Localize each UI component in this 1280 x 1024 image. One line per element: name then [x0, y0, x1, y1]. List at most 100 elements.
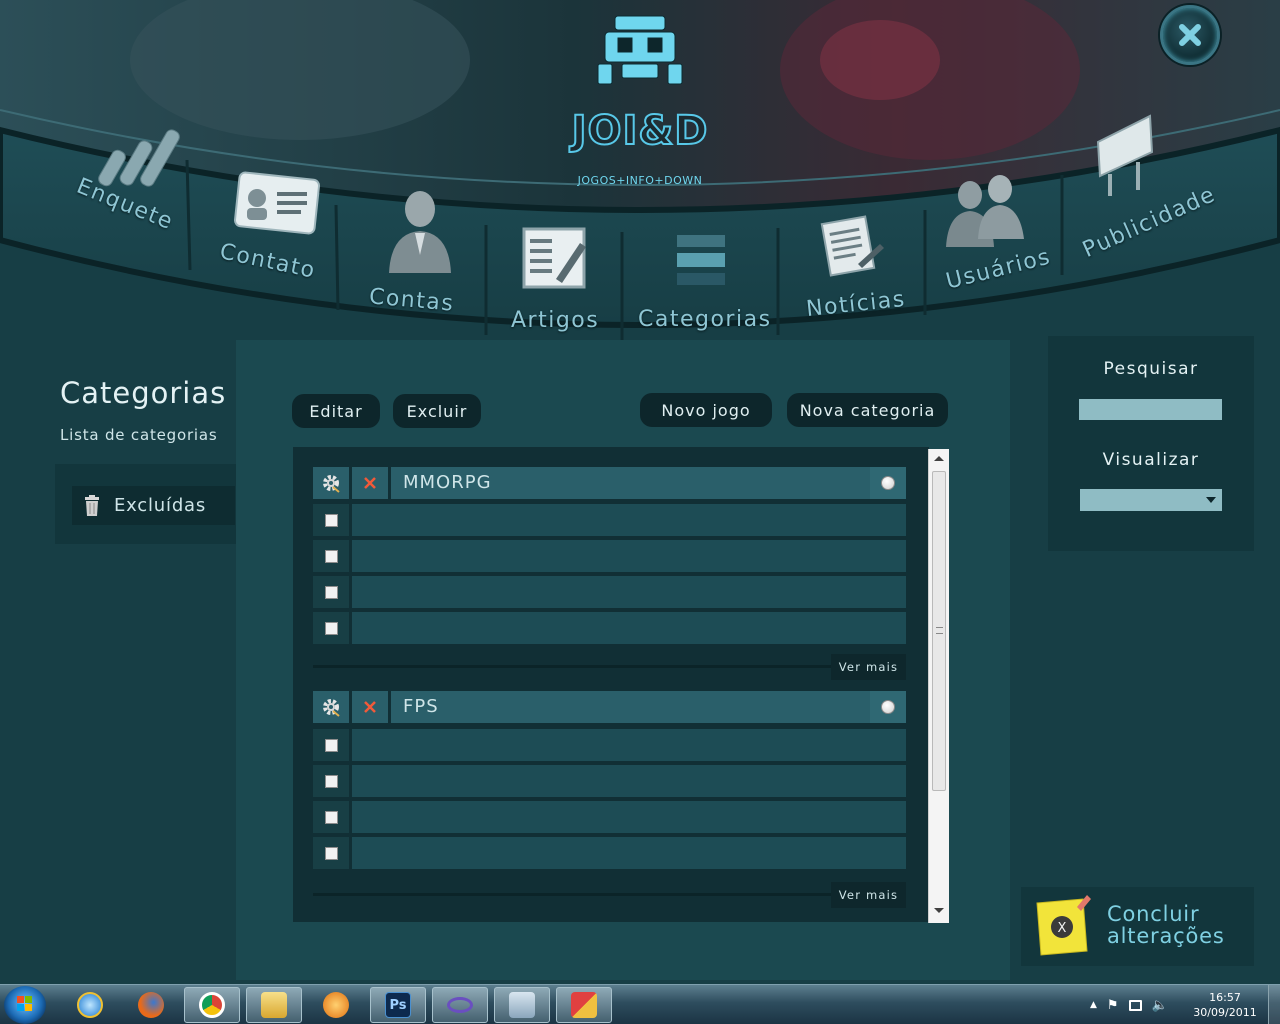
svg-text:X: X	[1058, 921, 1067, 936]
nav-publicidade[interactable]: Publicidade	[1072, 110, 1220, 263]
item-field[interactable]	[352, 765, 906, 797]
clock-date: 30/09/2011	[1193, 1006, 1257, 1019]
item-checkbox-cell[interactable]	[313, 504, 349, 536]
news-paper-icon	[820, 215, 884, 277]
radio-button[interactable]	[881, 476, 895, 490]
explorer-folder-icon	[261, 992, 287, 1018]
category-select-radio[interactable]	[870, 467, 906, 499]
categories-stack-icon	[677, 235, 725, 285]
page-subtitle: Lista de categorias	[60, 426, 218, 444]
list-item	[313, 576, 906, 608]
deleted-items-button[interactable]: Excluídas	[72, 486, 235, 525]
taskbar-explorer[interactable]	[246, 987, 302, 1023]
item-checkbox[interactable]	[324, 549, 338, 563]
sticky-note-icon: X	[1036, 895, 1091, 956]
item-checkbox[interactable]	[324, 585, 338, 599]
see-more-button[interactable]: Ver mais	[831, 654, 906, 680]
item-checkbox[interactable]	[324, 513, 338, 527]
chrome-icon	[199, 992, 225, 1018]
category-delete-button[interactable]	[352, 691, 388, 723]
category-delete-button[interactable]	[352, 467, 388, 499]
item-field[interactable]	[352, 612, 906, 644]
item-checkbox-cell[interactable]	[313, 765, 349, 797]
photoshop-icon: Ps	[385, 992, 411, 1018]
close-button[interactable]	[1160, 5, 1220, 65]
flag-icon[interactable]: ⚑	[1107, 998, 1119, 1013]
item-field[interactable]	[352, 540, 906, 572]
item-checkbox-cell[interactable]	[313, 837, 349, 869]
item-checkbox[interactable]	[324, 810, 338, 824]
category-select-radio[interactable]	[870, 691, 906, 723]
taskbar-clock[interactable]: 16:57 30/09/2011	[1186, 990, 1264, 1020]
new-game-button[interactable]: Novo jogo	[640, 393, 772, 427]
network-icon[interactable]	[1128, 999, 1142, 1011]
divider	[313, 893, 833, 896]
conclude-changes-button[interactable]: X Concluir alterações	[1021, 887, 1254, 966]
view-select[interactable]	[1080, 489, 1222, 511]
show-desktop-button[interactable]	[1268, 985, 1280, 1024]
item-field[interactable]	[352, 801, 906, 833]
item-checkbox-cell[interactable]	[313, 612, 349, 644]
item-field[interactable]	[352, 729, 906, 761]
start-button[interactable]	[4, 986, 46, 1024]
taskbar-calculator[interactable]	[494, 987, 550, 1023]
volume-icon[interactable]: 🔈	[1152, 998, 1168, 1013]
category-settings-button[interactable]	[313, 691, 349, 723]
tray-expand-icon[interactable]: ▲	[1090, 1000, 1097, 1010]
delete-button[interactable]: Excluir	[393, 394, 481, 428]
category-name-field[interactable]: MMORPG	[391, 467, 906, 499]
category-settings-button[interactable]	[313, 467, 349, 499]
taskbar-media-player[interactable]	[308, 987, 364, 1023]
item-checkbox-cell[interactable]	[313, 801, 349, 833]
item-field[interactable]	[352, 576, 906, 608]
taskbar-internet-explorer[interactable]	[62, 987, 118, 1023]
person-icon	[389, 191, 451, 273]
list-item	[313, 837, 906, 869]
conclude-line1: Concluir	[1107, 902, 1200, 926]
nav-contas[interactable]: Contas	[355, 185, 475, 317]
site-logo: JOI&D JOGOS+INFO+DOWN	[560, 8, 720, 187]
article-edit-icon	[522, 227, 586, 289]
nav-categorias[interactable]: Categorias	[630, 225, 775, 340]
item-checkbox-cell[interactable]	[313, 540, 349, 572]
item-checkbox-cell[interactable]	[313, 729, 349, 761]
scroll-up-arrow-icon[interactable]	[934, 456, 944, 461]
calculator-icon	[509, 992, 535, 1018]
nav-contato[interactable]: Contato	[205, 165, 330, 290]
search-input[interactable]	[1079, 399, 1222, 420]
new-category-button[interactable]: Nova categoria	[787, 393, 948, 427]
firefox-icon	[138, 992, 164, 1018]
contact-card-icon	[233, 171, 321, 235]
taskbar-chrome[interactable]	[184, 987, 240, 1023]
taskbar-firefox[interactable]	[123, 987, 179, 1023]
logo-text: JOI&D	[571, 107, 709, 155]
category-name-field[interactable]: FPS	[391, 691, 906, 723]
item-checkbox[interactable]	[324, 738, 338, 752]
delete-x-icon	[364, 701, 376, 713]
scroll-down-arrow-icon[interactable]	[934, 908, 944, 913]
radio-button[interactable]	[881, 700, 895, 714]
list-item	[313, 540, 906, 572]
item-checkbox-cell[interactable]	[313, 576, 349, 608]
item-checkbox[interactable]	[324, 774, 338, 788]
edit-button[interactable]: Editar	[292, 394, 380, 428]
list-item	[313, 801, 906, 833]
nav-artigos[interactable]: Artigos	[495, 220, 615, 340]
item-checkbox[interactable]	[324, 846, 338, 860]
taskbar-visual-studio[interactable]	[432, 987, 488, 1023]
taskbar-paint[interactable]	[556, 987, 612, 1023]
nav-noticias[interactable]: Notícias	[790, 210, 915, 325]
list-scrollbar[interactable]	[928, 449, 949, 923]
taskbar-photoshop[interactable]: Ps	[370, 987, 426, 1023]
list-item	[313, 504, 906, 536]
item-field[interactable]	[352, 837, 906, 869]
nav-label: Usuários	[943, 244, 1054, 295]
see-more-button[interactable]: Ver mais	[831, 882, 906, 908]
scroll-thumb[interactable]	[932, 471, 946, 791]
nav-usuarios[interactable]: Usuários	[935, 165, 1060, 295]
item-checkbox[interactable]	[324, 621, 338, 635]
nav-label: Categorias	[638, 307, 772, 332]
gear-icon	[323, 475, 340, 493]
nav-enquete[interactable]: Enquete	[70, 120, 190, 240]
item-field[interactable]	[352, 504, 906, 536]
